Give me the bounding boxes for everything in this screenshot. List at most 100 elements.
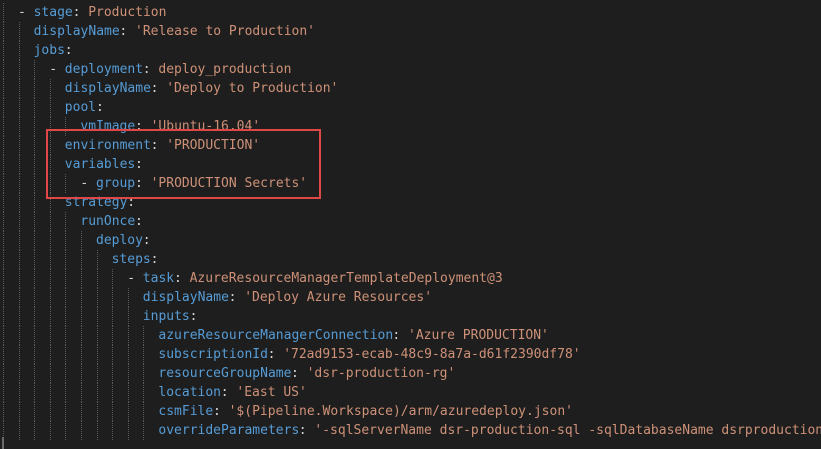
- indent-guide: [65, 231, 67, 250]
- list-dash: -: [49, 62, 58, 77]
- indent-guide: [3, 155, 4, 174]
- code-line[interactable]: deploy:: [0, 231, 821, 250]
- indent-guide: [18, 421, 20, 440]
- code-line[interactable]: pool:: [0, 98, 821, 117]
- indent-guide: [96, 250, 98, 269]
- list-dash: -: [80, 176, 89, 191]
- indent-guide: [49, 364, 51, 383]
- code-line[interactable]: displayName: 'Release to Production': [0, 22, 821, 41]
- code-line[interactable]: inputs:: [0, 307, 821, 326]
- indent-guide: [34, 421, 36, 440]
- yaml-colon: :: [298, 423, 307, 438]
- code-line[interactable]: strategy:: [0, 193, 821, 212]
- indent-guide: [81, 326, 82, 345]
- indent-guide: [3, 117, 4, 136]
- indent-guide: [112, 345, 114, 364]
- indent-guide: [112, 288, 114, 307]
- code-line[interactable]: location: 'East US': [0, 383, 821, 402]
- yaml-colon: :: [142, 233, 151, 248]
- horizontal-scrollbar[interactable]: [0, 437, 821, 449]
- indent-guide: [49, 231, 51, 250]
- indent-guide: [143, 345, 145, 364]
- yaml-key: environment: [64, 138, 151, 153]
- indent-guide: [65, 307, 67, 326]
- code-line[interactable]: vmImage: 'Ubuntu-16.04': [0, 117, 821, 136]
- code-editor[interactable]: - stage: Production displayName: 'Release to…: [0, 0, 821, 449]
- indent-guide: [3, 136, 4, 155]
- indent-guide: [34, 402, 36, 421]
- code-line[interactable]: runOnce:: [0, 212, 821, 231]
- indent-guide: [34, 383, 36, 402]
- indent-guide: [81, 364, 82, 383]
- code-line[interactable]: jobs:: [0, 41, 821, 60]
- code-line[interactable]: csmFile: '$(Pipeline.Workspace)/arm/azure…: [0, 402, 821, 421]
- indent-guide: [34, 98, 36, 117]
- code-line[interactable]: environment: 'PRODUCTION': [0, 136, 821, 155]
- indent-guide: [49, 345, 51, 364]
- indent-guide: [65, 288, 67, 307]
- yaml-value: deploy_production: [158, 62, 292, 77]
- indent-guide: [81, 402, 82, 421]
- indent-guide: [34, 174, 36, 193]
- indent-guide: [34, 307, 36, 326]
- yaml-colon: :: [135, 214, 143, 229]
- yaml-value: 'Deploy to Production': [166, 81, 339, 96]
- indent-guide: [3, 250, 4, 269]
- code-line[interactable]: resourceGroupName: 'dsr-production-rg': [0, 364, 821, 383]
- indent-guide: [65, 326, 67, 345]
- indent-guide: [112, 307, 114, 326]
- indent-guide: [81, 269, 82, 288]
- code-line[interactable]: - stage: Production: [0, 3, 821, 22]
- indent-guide: [112, 269, 114, 288]
- yaml-key: group: [96, 176, 136, 191]
- indent-guide: [3, 326, 4, 345]
- indent-guide: [18, 41, 20, 60]
- yaml-key: steps: [111, 252, 151, 267]
- indent-guide: [49, 269, 51, 288]
- code-line[interactable]: subscriptionId: '72ad9153-ecab-48c9-8a7a-…: [0, 345, 821, 364]
- yaml-key: subscriptionId: [158, 347, 268, 362]
- yaml-colon: :: [119, 24, 128, 39]
- code-line[interactable]: - deployment: deploy_production: [0, 60, 821, 79]
- indent-guide: [81, 250, 82, 269]
- indent-guide: [3, 193, 4, 212]
- indent-guide: [18, 364, 20, 383]
- yaml-colon: :: [150, 138, 159, 153]
- yaml-value: 'PRODUCTION Secrets': [150, 176, 308, 191]
- yaml-key: jobs: [33, 43, 65, 58]
- code-line[interactable]: azureResourceManagerConnection: 'Azure PR…: [0, 326, 821, 345]
- indent-guide: [96, 402, 98, 421]
- code-line[interactable]: displayName: 'Deploy to Production': [0, 79, 821, 98]
- code-line[interactable]: variables:: [0, 155, 821, 174]
- indent-guide: [65, 402, 67, 421]
- indent-guide: [3, 269, 4, 288]
- indent-guide: [34, 79, 36, 98]
- yaml-key: deployment: [64, 62, 144, 77]
- indent-guide: [34, 193, 36, 212]
- indent-guide: [49, 326, 51, 345]
- yaml-colon: :: [135, 176, 143, 191]
- code-line[interactable]: steps:: [0, 250, 821, 269]
- yaml-colon: :: [267, 347, 276, 362]
- yaml-key: displayName: [64, 81, 151, 96]
- indent-guide: [143, 402, 145, 421]
- indent-guide: [65, 345, 67, 364]
- indent-guide: [65, 269, 67, 288]
- indent-guide: [18, 402, 20, 421]
- indent-guide: [127, 288, 129, 307]
- yaml-value: Production: [88, 5, 167, 20]
- indent-guide: [127, 307, 129, 326]
- indent-guide: [3, 79, 4, 98]
- scrollbar-thumb[interactable]: [2, 437, 4, 449]
- indent-guide: [81, 345, 82, 364]
- indent-guide: [143, 383, 145, 402]
- indent-guide: [127, 383, 129, 402]
- indent-guide: [34, 212, 36, 231]
- code-line[interactable]: - group: 'PRODUCTION Secrets': [0, 174, 821, 193]
- yaml-colon: :: [392, 328, 401, 343]
- yaml-key: azureResourceManagerConnection: [158, 328, 394, 343]
- code-line[interactable]: - task: AzureResourceManagerTemplateDeploy…: [0, 269, 821, 288]
- code-line[interactable]: overrideParameters: '-sqlServerName dsr-p…: [0, 421, 821, 440]
- indent-guide: [3, 383, 4, 402]
- code-line[interactable]: displayName: 'Deploy Azure Resources': [0, 288, 821, 307]
